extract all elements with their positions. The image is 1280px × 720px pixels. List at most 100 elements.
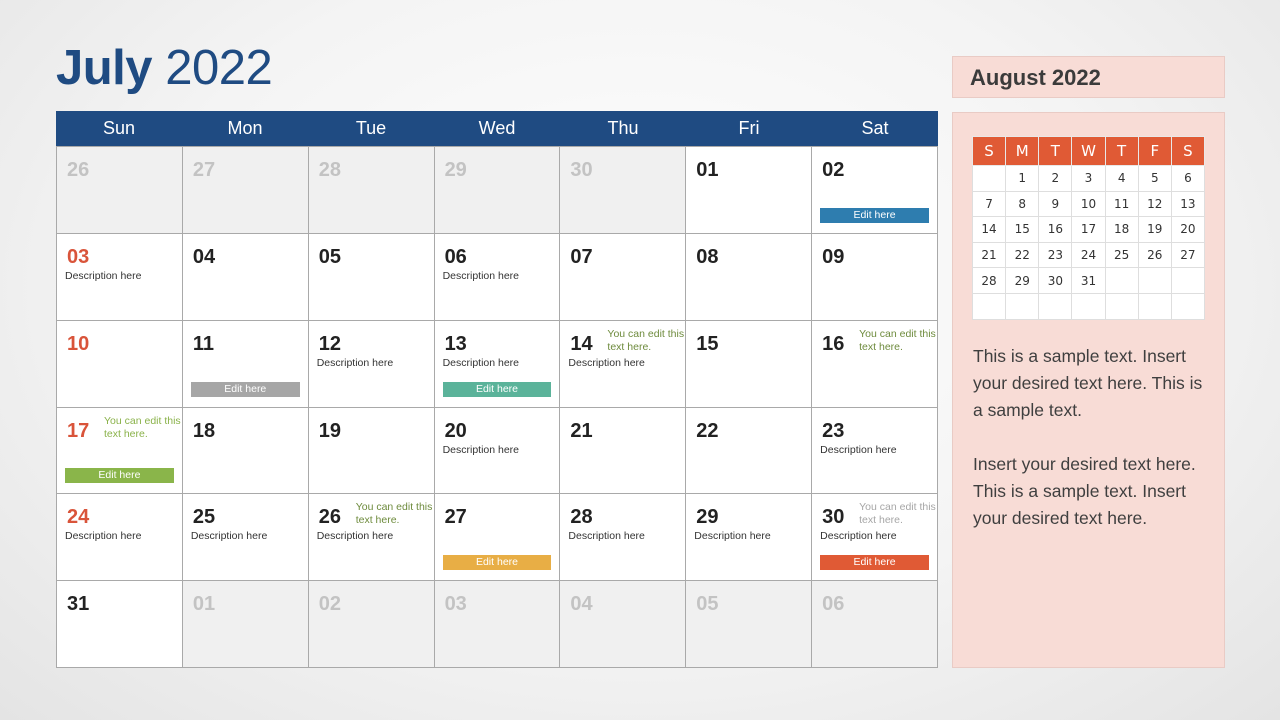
calendar-cell-other-month[interactable]: 26 (57, 147, 183, 234)
august-title-box: August 2022 (952, 56, 1225, 98)
calendar-cell[interactable]: 13 Description here Edit here (434, 320, 561, 408)
calendar-cell[interactable]: 20 Description here (434, 407, 561, 495)
day-number: 10 (67, 332, 90, 355)
calendar-cell[interactable]: 01 (686, 147, 813, 234)
day-number: 05 (318, 245, 341, 268)
day-description[interactable]: Description here (65, 269, 141, 283)
calendar-cell[interactable]: 15 (686, 320, 813, 408)
mini-day: 30 (1038, 267, 1073, 294)
calendar-cell[interactable]: 26 You can edit this text here. Descriptio… (308, 494, 436, 582)
edit-here-label[interactable]: Edit here (190, 381, 300, 397)
day-description[interactable]: Description here (317, 529, 393, 543)
mini-weekday: M (1005, 136, 1040, 166)
calendar-cell[interactable]: 29 Description here (686, 494, 813, 582)
calendar-cell[interactable]: 18 (182, 407, 309, 495)
mini-weekday-row: SMTWTFS (971, 136, 1206, 166)
day-description[interactable]: Description here (820, 443, 896, 457)
calendar-cell-other-month[interactable]: 05 (686, 581, 813, 668)
calendar-cell[interactable]: 02 Edit here (812, 147, 938, 234)
day-description[interactable]: Description here (568, 356, 644, 370)
calendar-cell[interactable]: 23 Description here (812, 407, 938, 495)
calendar-cell[interactable]: 31 (57, 581, 183, 668)
calendar-cell[interactable]: 11 Edit here (182, 320, 309, 408)
mini-day (971, 292, 1007, 320)
day-number: 09 (822, 245, 845, 268)
calendar-cell[interactable]: 19 (308, 407, 435, 495)
calendar-cell[interactable]: 27 Edit here (434, 494, 561, 582)
calendar-cell[interactable]: 05 (308, 233, 435, 321)
calendar-cell[interactable]: 09 (812, 233, 938, 321)
day-description[interactable]: Description here (443, 443, 519, 457)
day-number: 30 (570, 159, 593, 181)
mini-weekday: S (1170, 136, 1206, 166)
calendar-cell[interactable]: 24 Description here (57, 494, 183, 582)
edit-here-label[interactable]: Edit here (65, 468, 174, 484)
calendar-cell[interactable]: 30 You can edit this text here. Descriptio… (812, 494, 939, 582)
day-description[interactable]: Description here (443, 269, 519, 283)
day-description[interactable]: Description here (65, 529, 141, 543)
day-description[interactable]: Description here (191, 529, 267, 543)
day-number: 26 (318, 506, 341, 529)
calendar-cell-other-month[interactable]: 01 (182, 581, 309, 668)
day-description[interactable]: Description here (317, 356, 393, 370)
editable-note[interactable]: You can edit this text here. (356, 501, 436, 527)
editable-note[interactable]: You can edit this text here. (104, 415, 184, 441)
mini-week-row: 21 22 23 24 25 26 27 (971, 241, 1206, 269)
mini-day: 12 (1137, 190, 1172, 218)
mini-weekday: W (1071, 136, 1106, 166)
calendar-cell[interactable]: 25 Description here (182, 494, 309, 582)
day-number: 24 (67, 506, 90, 529)
mini-day (1170, 292, 1206, 320)
calendar-cell-other-month[interactable]: 02 (308, 581, 435, 668)
sample-paragraph: This is a sample text. Insert your desir… (973, 346, 1203, 420)
day-description[interactable]: Description here (694, 529, 770, 543)
calendar-cell-other-month[interactable]: 04 (560, 581, 687, 668)
editable-note[interactable]: You can edit this text here. (859, 328, 939, 354)
mini-day: 29 (1005, 267, 1040, 294)
day-number: 12 (318, 332, 341, 355)
calendar-cell[interactable]: 28 Description here (560, 494, 687, 582)
calendar-cell-other-month[interactable]: 28 (308, 147, 435, 234)
calendar-cell[interactable]: 10 (57, 320, 183, 408)
calendar-cell[interactable]: 17 You can edit this text here. Edit here (57, 407, 184, 495)
day-number: 13 (444, 332, 467, 355)
mini-day: 4 (1104, 165, 1139, 192)
mini-week-row (971, 292, 1206, 320)
page-title: July 2022 (56, 38, 273, 98)
calendar-cell-other-month[interactable]: 27 (182, 147, 309, 234)
day-number: 02 (822, 159, 845, 181)
day-description[interactable]: Description here (820, 529, 896, 543)
calendar-cell[interactable]: 21 (560, 407, 687, 495)
mini-weekday: T (1104, 136, 1139, 166)
mini-day: 17 (1071, 216, 1106, 243)
day-number: 07 (570, 245, 593, 268)
calendar-cell-other-month[interactable]: 29 (434, 147, 561, 234)
calendar-cell-other-month[interactable]: 03 (434, 581, 561, 668)
calendar-cell[interactable]: 08 (686, 233, 813, 321)
day-number: 16 (822, 332, 845, 355)
calendar-cell[interactable]: 06 Description here (434, 233, 561, 321)
mini-day: 19 (1137, 216, 1172, 243)
edit-here-label[interactable]: Edit here (820, 555, 929, 571)
day-description[interactable]: Description here (443, 356, 519, 370)
edit-here-label[interactable]: Edit here (442, 381, 552, 397)
calendar-cell[interactable]: 04 (182, 233, 309, 321)
edit-here-label[interactable]: Edit here (820, 207, 929, 223)
mini-week-row: 14 15 16 17 18 19 20 (971, 216, 1206, 243)
calendar-cell-other-month[interactable]: 30 (560, 147, 687, 234)
august-panel: SMTWTFS 1 2 3 4 5 6 7 8 9 10 11 12 13 14 15 16 17 18 19 20 2… (952, 112, 1225, 668)
calendar-cell[interactable]: 22 (686, 407, 813, 495)
calendar-cell[interactable]: 16 You can edit this text here. (812, 320, 939, 408)
calendar-cell[interactable]: 07 (560, 233, 687, 321)
calendar-cell[interactable]: 12 Description here (308, 320, 435, 408)
day-number: 01 (192, 593, 216, 616)
editable-note[interactable]: You can edit this text here. (859, 501, 939, 527)
editable-note[interactable]: You can edit this text here. (607, 328, 687, 354)
july-calendar-grid: 26 27 28 29 30 01 02 Edit here 03 Description her… (56, 146, 938, 668)
day-description[interactable]: Description here (568, 529, 644, 543)
day-number: 31 (67, 593, 90, 616)
calendar-cell[interactable]: 14 You can edit this text here. Descriptio… (560, 320, 687, 408)
edit-here-label[interactable]: Edit here (442, 555, 552, 571)
calendar-cell[interactable]: 03 Description here (57, 233, 183, 321)
calendar-cell-other-month[interactable]: 06 (812, 581, 938, 668)
